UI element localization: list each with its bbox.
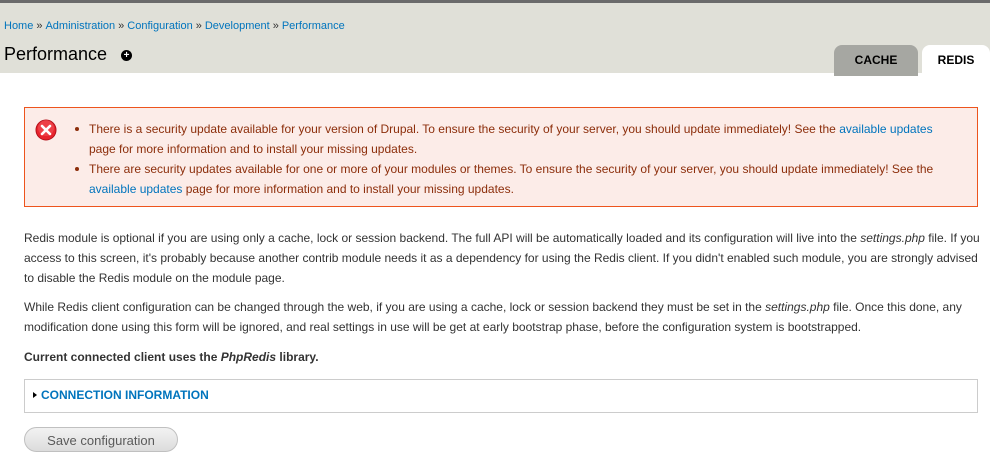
header: Home» Administration» Configuration» Develo… [0,0,990,76]
tab-cache[interactable]: CACHE [834,45,918,76]
error-text: There are security updates available for… [89,162,934,176]
description-paragraph: Redis module is optional if you are usin… [24,228,980,288]
error-text: page for more information and to install… [89,142,418,156]
error-icon [35,119,57,141]
breadcrumb-home[interactable]: Home [4,20,33,32]
filename-emphasis: settings.php [765,300,830,314]
available-updates-link[interactable]: available updates [89,182,182,196]
collapsed-triangle-icon [33,392,37,398]
available-updates-link[interactable]: available updates [839,122,932,136]
fieldset-legend: CONNECTION INFORMATION [41,388,209,402]
add-shortcut-icon[interactable]: + [121,50,133,61]
breadcrumb-separator: » [195,20,202,32]
page-title-row: Performance + [4,44,133,65]
filename-emphasis: settings.php [860,231,925,245]
breadcrumb-separator: » [36,20,43,32]
error-text: There is a security update available for… [89,122,840,136]
breadcrumb: Home» Administration» Configuration» Develo… [4,20,345,32]
save-configuration-button[interactable]: Save configuration [24,427,178,452]
breadcrumb-performance[interactable]: Performance [282,20,345,32]
paragraph-text: Current connected client uses the [24,350,221,364]
error-item: There is a security update available for… [71,119,961,159]
breadcrumb-administration[interactable]: Administration [45,20,115,32]
error-item: There are security updates available for… [71,159,961,199]
tab-redis[interactable]: REDIS [922,45,990,76]
breadcrumb-separator: » [272,20,279,32]
breadcrumb-development[interactable]: Development [205,20,270,32]
paragraph-text: While Redis client configuration can be … [24,300,766,314]
error-text: page for more information and to install… [182,182,514,196]
paragraph-text: library. [276,350,319,364]
paragraph-text: Redis module is optional if you are usin… [24,231,861,245]
breadcrumb-separator: » [118,20,125,32]
error-list: There is a security update available for… [71,119,961,199]
page-title: Performance [4,44,108,64]
connection-information-fieldset: CONNECTION INFORMATION [24,379,978,413]
error-messages: There is a security update available for… [24,107,978,207]
connection-information-toggle[interactable]: CONNECTION INFORMATION [33,388,209,402]
client-status-paragraph: Current connected client uses the PhpRed… [24,347,980,367]
breadcrumb-configuration[interactable]: Configuration [127,20,192,32]
configuration-note-paragraph: While Redis client configuration can be … [24,297,980,337]
client-name: PhpRedis [220,350,277,364]
tabs: CACHE REDIS [834,45,990,76]
